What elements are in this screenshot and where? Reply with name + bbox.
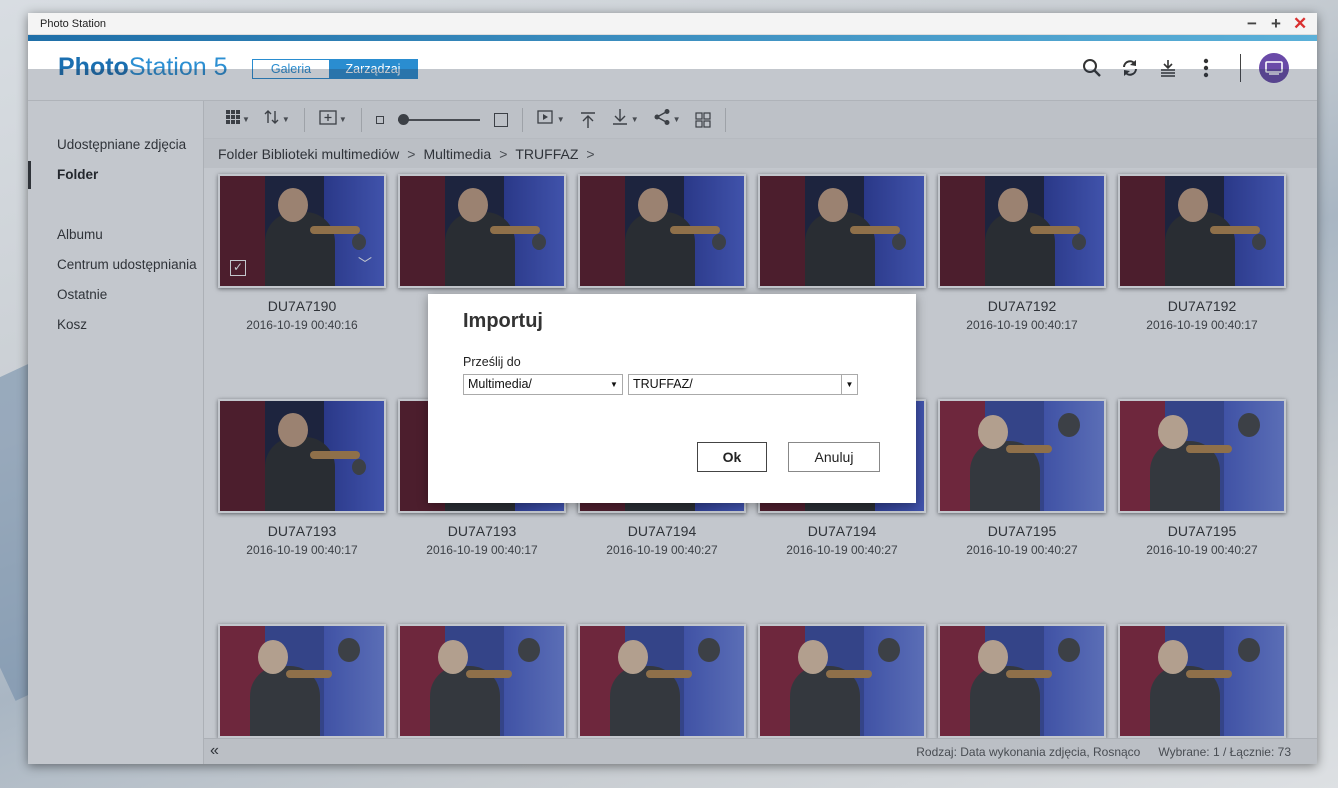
cancel-button[interactable]: Anuluj xyxy=(788,442,880,472)
dialog-title: Importuj xyxy=(463,310,543,332)
close-icon[interactable]: ✕ xyxy=(1293,15,1307,32)
maximize-icon[interactable]: + xyxy=(1269,15,1283,32)
window-title: Photo Station xyxy=(40,17,107,30)
destination-share-select[interactable]: Multimedia/ ▼ xyxy=(463,374,623,395)
upload-to-label: Prześlij do xyxy=(463,355,521,369)
destination-share-value: Multimedia/ xyxy=(468,377,532,391)
destination-folder-value: TRUFFAZ/ xyxy=(633,377,693,391)
photo-station-window: Photo Station − + ✕ PhotoStation 5 Galer… xyxy=(28,13,1317,764)
destination-folder-select[interactable]: TRUFFAZ/ ▼ xyxy=(628,374,858,395)
ok-button[interactable]: Ok xyxy=(697,442,767,472)
window-titlebar: Photo Station − + ✕ xyxy=(28,13,1317,35)
minimize-icon[interactable]: − xyxy=(1245,15,1259,32)
chevron-down-icon: ▼ xyxy=(610,380,618,389)
chevron-down-icon: ▼ xyxy=(841,375,857,394)
import-dialog: Importuj Prześlij do Multimedia/ ▼ TRUFF… xyxy=(428,294,916,503)
